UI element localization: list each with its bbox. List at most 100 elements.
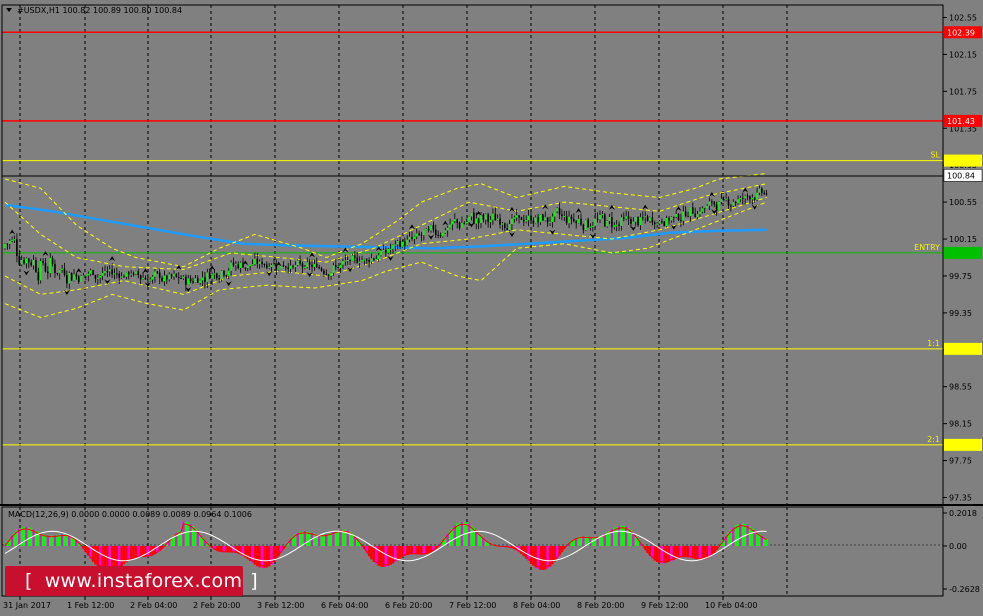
price-tick-label: 101.75	[949, 87, 977, 96]
candle-body	[249, 265, 251, 267]
candle-body	[568, 216, 570, 224]
candle-body	[499, 218, 501, 225]
candle-body	[349, 260, 351, 262]
candle-body	[518, 215, 520, 218]
candle-body	[261, 261, 263, 264]
candle-body	[396, 240, 399, 245]
candle-body	[56, 272, 59, 274]
candle-body	[477, 218, 480, 223]
candle-body	[201, 277, 204, 281]
candle-body	[553, 211, 556, 217]
candle-body	[692, 207, 694, 214]
candle-body	[608, 217, 611, 221]
candle-body	[113, 273, 116, 275]
macd-hist-bar	[258, 546, 261, 568]
candle-body	[594, 218, 597, 226]
level-label-entry: ENTRY	[914, 243, 940, 252]
symbol-title: #USDX,H1 100.82 100.89 100.80 100.84	[17, 6, 182, 15]
candle-body	[358, 261, 361, 263]
candle-body	[116, 273, 118, 275]
candle-body	[101, 273, 104, 276]
candle-body	[599, 215, 601, 220]
candle-body	[575, 221, 577, 224]
candle-body	[306, 262, 309, 268]
candle-body	[439, 234, 442, 237]
candle-body	[432, 225, 435, 230]
macd-hist-bar	[263, 546, 266, 569]
macd-hist-bar	[536, 546, 540, 569]
macd-hist-bar	[99, 546, 102, 569]
candle-body	[227, 270, 230, 276]
candle-body	[377, 255, 380, 260]
macd-hist-bar	[460, 521, 464, 547]
price-tick-label: 99.75	[949, 272, 972, 281]
candle-body	[82, 275, 85, 277]
candle-body	[482, 214, 485, 220]
candle-body	[506, 227, 508, 231]
candle-body	[589, 226, 592, 228]
candle-body	[623, 217, 625, 219]
candle-body	[187, 278, 190, 285]
candle-body	[277, 268, 280, 270]
candle-body	[325, 273, 328, 275]
candle-body	[368, 260, 370, 262]
candle-body	[444, 230, 447, 233]
candle-body	[527, 215, 530, 221]
candle-body	[520, 217, 523, 220]
candle-body	[565, 215, 568, 224]
candle-body	[525, 220, 528, 222]
candle-body	[4, 243, 6, 249]
candle-body	[675, 214, 677, 217]
candle-body	[620, 217, 623, 226]
candle-body	[37, 272, 40, 281]
candle-body	[311, 264, 313, 267]
candle-body	[637, 217, 639, 226]
candle-body	[734, 201, 737, 204]
level-badge-tp1	[944, 342, 982, 355]
candle-body	[385, 250, 387, 253]
candle-body	[642, 217, 644, 219]
candle-body	[665, 218, 668, 227]
candle-body	[315, 263, 318, 268]
macd-hist-bar	[25, 527, 28, 547]
macd-hist-bar	[379, 546, 383, 567]
candle-body	[577, 218, 580, 224]
candle-body	[344, 260, 347, 262]
macd-tick-label: 0.00	[949, 542, 967, 551]
candle-body	[32, 259, 35, 266]
candle-body	[380, 250, 382, 256]
price-tick-label: 98.15	[949, 420, 972, 429]
macd-hist-bar	[617, 526, 621, 547]
candle-body	[746, 195, 749, 197]
macd-hist-bar	[684, 546, 687, 558]
candle-body	[670, 216, 673, 221]
candle-body	[132, 273, 135, 275]
candle-body	[653, 222, 656, 225]
level-badge-text-r1: 101.43	[947, 117, 975, 126]
macd-hist-bar	[458, 522, 461, 547]
candle-body	[696, 214, 699, 218]
candle-body	[256, 258, 259, 264]
macd-hist-bar	[63, 534, 66, 547]
chart-background	[0, 0, 983, 616]
candle-body	[401, 241, 404, 247]
macd-title: MACD(12,26,9) 0.0000 0.0000 0.0089 0.008…	[8, 510, 252, 519]
candle-body	[618, 224, 620, 226]
candle-body	[351, 255, 354, 261]
candle-body	[182, 276, 185, 279]
candle-body	[725, 198, 727, 200]
candle-body	[230, 262, 232, 271]
candle-body	[732, 201, 735, 206]
candle-body	[480, 214, 482, 223]
candle-body	[87, 273, 90, 276]
candle-body	[370, 258, 373, 262]
candle-body	[449, 224, 451, 228]
price-tick-label: 97.35	[949, 494, 972, 503]
candle-body	[601, 214, 604, 216]
candle-body	[206, 272, 209, 283]
candle-body	[51, 257, 54, 265]
candle-body	[35, 259, 37, 273]
macd-hist-bar	[339, 529, 342, 547]
candle-body	[354, 255, 356, 258]
time-tick-label: 31 Jan 2017	[3, 601, 51, 610]
